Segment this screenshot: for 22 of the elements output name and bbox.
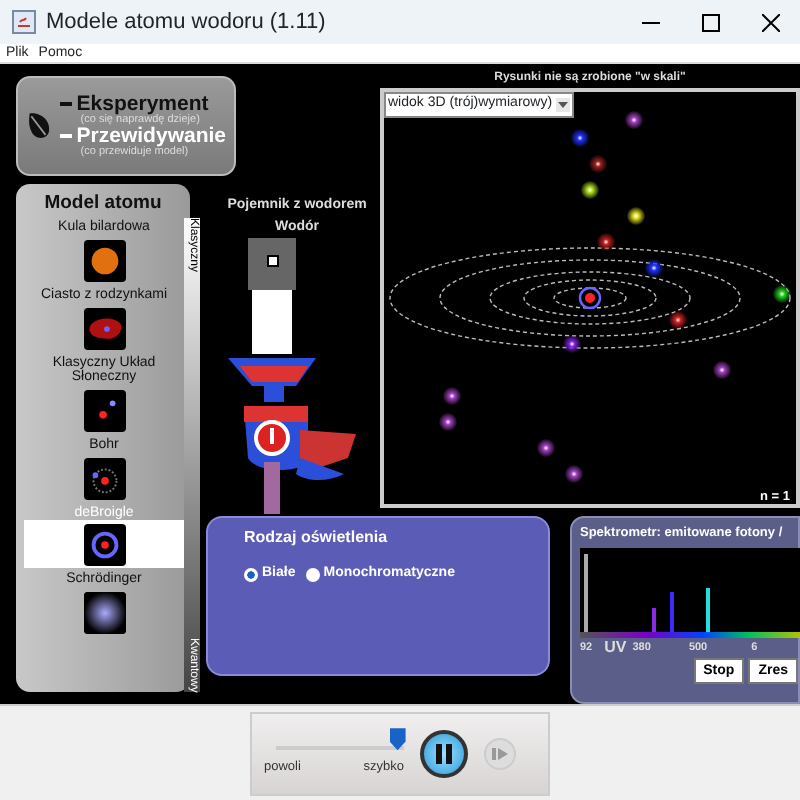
caret-icon bbox=[556, 97, 571, 112]
panel-title: Rodzaj oświetlenia bbox=[244, 526, 390, 550]
mode-option[interactable]: Eksperyment bbox=[60, 94, 226, 115]
pause-button[interactable] bbox=[420, 729, 468, 777]
plum-atom-icon bbox=[83, 307, 125, 350]
dash-icon bbox=[60, 134, 73, 139]
billiard-atom-icon bbox=[83, 239, 125, 282]
close-icon bbox=[761, 13, 779, 31]
solar-atom-icon bbox=[83, 390, 125, 432]
app-icon bbox=[12, 10, 36, 34]
step-icon bbox=[492, 745, 508, 761]
mode-option[interactable]: Przewidywanie bbox=[60, 126, 226, 147]
pause-icon bbox=[434, 743, 454, 763]
window-title: Modele atomu wodoru (1.11) bbox=[46, 7, 328, 38]
dash-icon bbox=[60, 102, 73, 107]
axis-label: UV bbox=[604, 635, 627, 660]
bohr-atom-icon bbox=[83, 457, 125, 500]
panel-title: Model atomu bbox=[42, 190, 164, 218]
maximize-icon bbox=[701, 13, 719, 31]
schrodinger-atom-icon bbox=[83, 592, 125, 635]
slider-thumb[interactable] bbox=[389, 728, 406, 751]
debroglie-atom-icon bbox=[83, 524, 125, 567]
